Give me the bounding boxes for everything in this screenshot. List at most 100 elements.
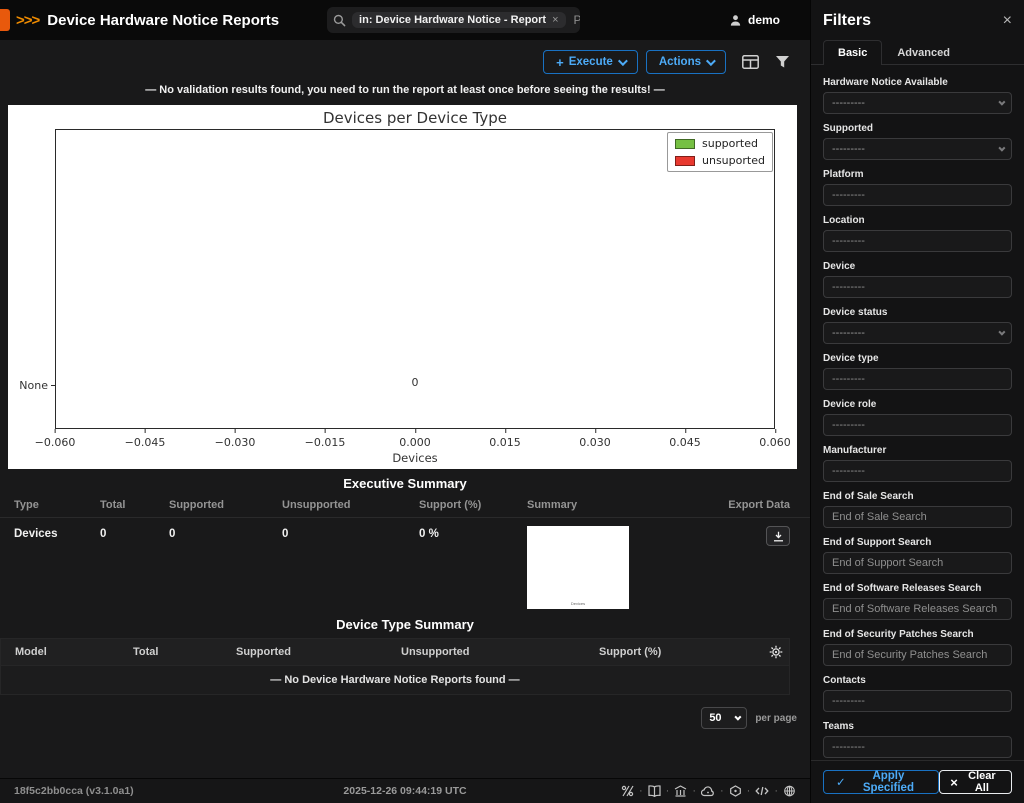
- search-icon: [333, 14, 346, 27]
- slash-percent-icon[interactable]: [621, 785, 634, 797]
- filter-field-input[interactable]: [823, 460, 1012, 482]
- filter-field-input[interactable]: [823, 276, 1012, 298]
- column-header[interactable]: Support (%): [419, 499, 527, 511]
- legend-swatch: [675, 155, 695, 166]
- type-link[interactable]: Devices: [14, 526, 100, 540]
- execute-button-label: Execute: [568, 56, 613, 68]
- global-search-input[interactable]: in: Device Hardware Notice - Report × Pr…: [327, 7, 581, 33]
- filter-field: Contacts ---------: [823, 675, 1012, 712]
- filter-field-input[interactable]: [823, 690, 1012, 712]
- column-header[interactable]: Type: [14, 499, 100, 511]
- tag-close-icon[interactable]: ×: [552, 14, 558, 26]
- column-header[interactable]: Supported: [169, 499, 282, 511]
- unsupported-link[interactable]: 0: [282, 526, 419, 540]
- devices-chart: Devices per Device Type supported unsupo…: [8, 105, 797, 469]
- support-pct-value: 0 %: [419, 528, 439, 540]
- brand-chevrons-icon: >>>: [16, 11, 40, 29]
- filters-tab[interactable]: Basic: [823, 40, 883, 65]
- column-header[interactable]: Export Data: [700, 499, 790, 511]
- per-page-select[interactable]: 50: [701, 707, 748, 729]
- page-title: Device Hardware Notice Reports: [47, 11, 280, 29]
- filter-field-select[interactable]: ---------: [823, 92, 1012, 114]
- table-config-gear-icon[interactable]: [769, 645, 783, 659]
- user-icon: [729, 14, 742, 27]
- filter-field-label: End of Support Search: [823, 537, 932, 548]
- executive-summary-title: Executive Summary: [343, 476, 467, 491]
- filter-field-input[interactable]: [823, 414, 1012, 436]
- column-header[interactable]: Supported: [236, 646, 401, 658]
- executive-summary-row: Devices 0 0 0 0 % Devices: [0, 518, 810, 610]
- filter-field-input[interactable]: [823, 552, 1012, 574]
- building-icon[interactable]: [661, 785, 688, 797]
- bar-value-label: 0: [411, 376, 419, 389]
- code-icon[interactable]: [742, 785, 770, 797]
- user-menu[interactable]: demo: [729, 13, 780, 27]
- docs-book-icon[interactable]: [634, 785, 661, 797]
- x-tick-label: −0.015: [304, 429, 346, 449]
- search-hint-text: Press: [573, 13, 581, 27]
- filter-field-label: Supported: [823, 123, 873, 134]
- select-placeholder: ---------: [832, 143, 865, 155]
- device-type-summary-table: Model Total Supported Unsupported Support (%…: [0, 638, 790, 695]
- column-header[interactable]: Total: [133, 646, 236, 658]
- device-type-summary-header-row: Model Total Supported Unsupported Support (%…: [0, 638, 790, 665]
- apply-specified-button[interactable]: ✓ Apply Specified: [823, 770, 940, 794]
- thumbnail-caption: Devices: [570, 601, 586, 606]
- filter-field: Platform ---------: [823, 169, 1012, 206]
- legend-swatch: [675, 138, 695, 149]
- filter-field-input[interactable]: [823, 644, 1012, 666]
- close-icon[interactable]: ×: [1003, 13, 1012, 29]
- clear-all-button[interactable]: × Clear All: [939, 770, 1012, 794]
- filter-field-input[interactable]: [823, 736, 1012, 758]
- hexagon-icon[interactable]: [715, 785, 742, 797]
- filter-field-select[interactable]: ---------: [823, 322, 1012, 344]
- column-header[interactable]: Summary: [527, 499, 700, 511]
- actions-button[interactable]: Actions: [645, 50, 726, 74]
- execute-button[interactable]: + Execute: [543, 50, 638, 74]
- x-tick-label: −0.045: [124, 429, 166, 449]
- validation-alert: — No validation results found, you need …: [145, 84, 665, 96]
- summary-thumbnail: Devices: [527, 526, 629, 609]
- brand-logo[interactable]: [0, 9, 10, 31]
- clear-all-label: Clear All: [968, 770, 996, 794]
- filters-tab[interactable]: Advanced: [882, 40, 965, 65]
- filter-field: Manufacturer ---------: [823, 445, 1012, 482]
- filter-field: Device role ---------: [823, 399, 1012, 436]
- search-filter-tag[interactable]: in: Device Hardware Notice - Report ×: [352, 12, 566, 28]
- plus-icon: +: [556, 54, 564, 70]
- legend-entry: unsuported: [675, 154, 765, 167]
- filters-tabs: Basic Advanced: [811, 36, 1024, 65]
- filter-field: End of Sale Search End of Sale Search: [823, 491, 1012, 528]
- filters-panel: Filters × Basic Advanced Hardware Notice …: [810, 0, 1024, 803]
- filter-field: Teams ---------: [823, 721, 1012, 758]
- column-header[interactable]: Model: [15, 646, 133, 658]
- filter-field-label: Device role: [823, 399, 877, 410]
- select-placeholder: ---------: [832, 97, 865, 109]
- filter-field-label: Teams: [823, 721, 854, 732]
- supported-link[interactable]: 0: [169, 526, 282, 540]
- columns-icon[interactable]: [742, 55, 759, 69]
- x-icon: ×: [950, 774, 958, 790]
- filter-field-input[interactable]: [823, 184, 1012, 206]
- x-axis-ticks: −0.060 −0.045 −0.030 −0.015 0.000 0.015 0.030 0…: [35, 429, 791, 449]
- x-tick-label: −0.060: [34, 429, 76, 449]
- filter-field-input[interactable]: [823, 598, 1012, 620]
- filter-field-label: Manufacturer: [823, 445, 887, 456]
- filter-funnel-icon[interactable]: [775, 55, 790, 69]
- executive-summary-header-row: Type Total Supported Unsupported Support (%)…: [0, 491, 810, 518]
- filter-field-input[interactable]: [823, 230, 1012, 252]
- filter-field-input[interactable]: [823, 506, 1012, 528]
- chart-title: Devices per Device Type: [322, 109, 508, 127]
- column-header[interactable]: Unsupported: [401, 646, 599, 658]
- column-header[interactable]: Unsupported: [282, 499, 419, 511]
- column-header[interactable]: Total: [100, 499, 169, 511]
- filter-field-select[interactable]: ---------: [823, 138, 1012, 160]
- filter-field-input[interactable]: [823, 368, 1012, 390]
- x-tick-label: 0.045: [669, 429, 701, 449]
- export-download-button[interactable]: [766, 526, 790, 546]
- globe-icon[interactable]: [769, 785, 796, 797]
- cloud-icon[interactable]: [687, 785, 715, 797]
- x-tick-label: 0.060: [759, 429, 791, 449]
- column-header[interactable]: Support (%): [599, 646, 761, 658]
- footer-links: [621, 785, 796, 797]
